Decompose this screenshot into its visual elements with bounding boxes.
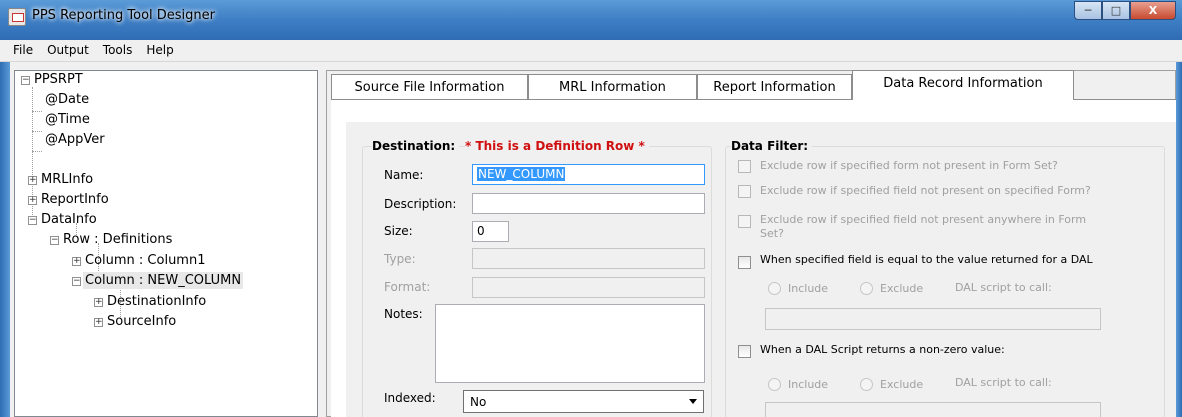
menu-file[interactable]: File xyxy=(6,40,40,61)
exclude-form-label: Exclude row if specified form not presen… xyxy=(760,159,1058,172)
indexed-label: Indexed: xyxy=(384,391,436,405)
description-label: Description: xyxy=(384,197,457,211)
format-label: Format: xyxy=(384,280,431,294)
destination-title: Destination: xyxy=(372,139,460,153)
size-input[interactable]: 0 xyxy=(472,221,509,242)
expand-icon[interactable]: + xyxy=(72,257,81,266)
tree-node-new-column[interactable]: Column : NEW_COLUMN xyxy=(83,272,244,289)
type-label: Type: xyxy=(384,252,416,266)
tree-node-appver[interactable]: @AppVer xyxy=(45,132,105,147)
notes-label: Notes: xyxy=(384,307,423,321)
expand-icon[interactable]: + xyxy=(94,318,103,327)
title-bar: PPS Reporting Tool Designer ─ □ X xyxy=(0,0,1182,40)
collapse-icon[interactable]: − xyxy=(28,216,37,225)
tree-node-reportinfo[interactable]: ReportInfo xyxy=(41,192,109,207)
tree-node-date[interactable]: @Date xyxy=(45,92,89,107)
window-title: PPS Reporting Tool Designer xyxy=(32,8,216,23)
tree-node-mrlinfo[interactable]: MRLInfo xyxy=(41,172,93,187)
notes-textarea[interactable] xyxy=(435,304,705,383)
menu-bar: File Output Tools Help xyxy=(0,40,1182,62)
exclude-field-anywhere-label: Exclude row if specified field not prese… xyxy=(760,213,1087,226)
expand-icon[interactable]: + xyxy=(28,176,37,185)
collapse-icon[interactable]: − xyxy=(50,236,59,245)
description-input[interactable] xyxy=(472,193,705,214)
dal-equal-label: When specified field is equal to the val… xyxy=(760,253,1093,266)
exclude-field-anywhere-label-cont: Set? xyxy=(760,227,784,240)
collapse-icon[interactable]: − xyxy=(72,277,81,286)
tab-mrl-information[interactable]: MRL Information xyxy=(528,74,697,100)
tree-node-datainfo[interactable]: DataInfo xyxy=(41,212,97,227)
dal-equal-script-label: DAL script to call: xyxy=(955,281,1052,294)
menu-output[interactable]: Output xyxy=(40,40,96,61)
type-input xyxy=(472,248,705,269)
collapse-icon[interactable]: − xyxy=(21,76,30,85)
dal-equal-exclude-label: Exclude xyxy=(880,282,924,295)
tree-panel[interactable]: − PPSRPT @Date @Time @AppVer + MRLInfo +… xyxy=(14,70,318,417)
tree-connector xyxy=(32,151,42,152)
dal-equal-include-radio xyxy=(768,282,781,295)
tree-node-time[interactable]: @Time xyxy=(45,112,90,127)
menu-help[interactable]: Help xyxy=(139,40,180,61)
dal-nonzero-label: When a DAL Script returns a non-zero val… xyxy=(760,343,1005,356)
exclude-field-form-label: Exclude row if specified field not prese… xyxy=(760,184,1091,197)
dal-equal-exclude-radio xyxy=(860,282,873,295)
name-label: Name: xyxy=(384,168,424,182)
exclude-form-checkbox xyxy=(738,160,751,173)
dal-nonzero-script-label: DAL script to call: xyxy=(955,376,1052,389)
dal-equal-checkbox[interactable] xyxy=(738,256,751,269)
chevron-down-icon xyxy=(689,399,697,404)
app-icon xyxy=(8,8,26,26)
minimize-button[interactable]: ─ xyxy=(1074,1,1102,20)
tree-node-sourceinfo[interactable]: SourceInfo xyxy=(107,314,176,329)
tab-source-file-information[interactable]: Source File Information xyxy=(331,74,528,100)
dal-nonzero-include-radio xyxy=(768,378,781,391)
dal-equal-include-label: Include xyxy=(788,282,829,295)
name-input[interactable]: NEW_COLUMN xyxy=(472,164,705,185)
dal-nonzero-include-label: Include xyxy=(788,378,829,391)
tree-node-destinationinfo[interactable]: DestinationInfo xyxy=(107,294,206,309)
name-value: NEW_COLUMN xyxy=(477,167,566,181)
dal-equal-script-input xyxy=(765,308,1101,330)
close-button[interactable]: X xyxy=(1130,1,1176,20)
dal-nonzero-script-input xyxy=(765,402,1101,417)
expand-icon[interactable]: + xyxy=(94,298,103,307)
tab-report-information[interactable]: Report Information xyxy=(697,74,852,100)
dal-nonzero-exclude-label: Exclude xyxy=(880,378,924,391)
tree-node-row-definitions[interactable]: Row : Definitions xyxy=(63,232,172,247)
tree-connector xyxy=(32,131,42,132)
window-frame-right xyxy=(1176,62,1182,417)
size-label: Size: xyxy=(384,224,413,238)
tree-connector xyxy=(32,111,42,112)
tab-data-record-information[interactable]: Data Record Information xyxy=(852,70,1074,100)
definition-row-note: * This is a Definition Row * xyxy=(465,139,649,153)
dal-nonzero-exclude-radio xyxy=(860,378,873,391)
format-input xyxy=(472,277,705,298)
expand-icon[interactable]: + xyxy=(28,196,37,205)
exclude-field-anywhere-checkbox xyxy=(738,215,751,228)
window-frame-left xyxy=(0,62,10,417)
tree-node-root[interactable]: PPSRPT xyxy=(34,72,83,87)
window-controls: ─ □ X xyxy=(1074,1,1176,20)
exclude-field-form-checkbox xyxy=(738,185,751,198)
indexed-select[interactable]: No xyxy=(463,390,704,413)
tree-node-column1[interactable]: Column : Column1 xyxy=(85,253,206,268)
data-filter-title: Data Filter: xyxy=(731,139,813,153)
indexed-value: No xyxy=(470,395,487,409)
menu-tools[interactable]: Tools xyxy=(96,40,140,61)
dal-nonzero-checkbox[interactable] xyxy=(738,345,751,358)
maximize-button[interactable]: □ xyxy=(1102,1,1130,20)
